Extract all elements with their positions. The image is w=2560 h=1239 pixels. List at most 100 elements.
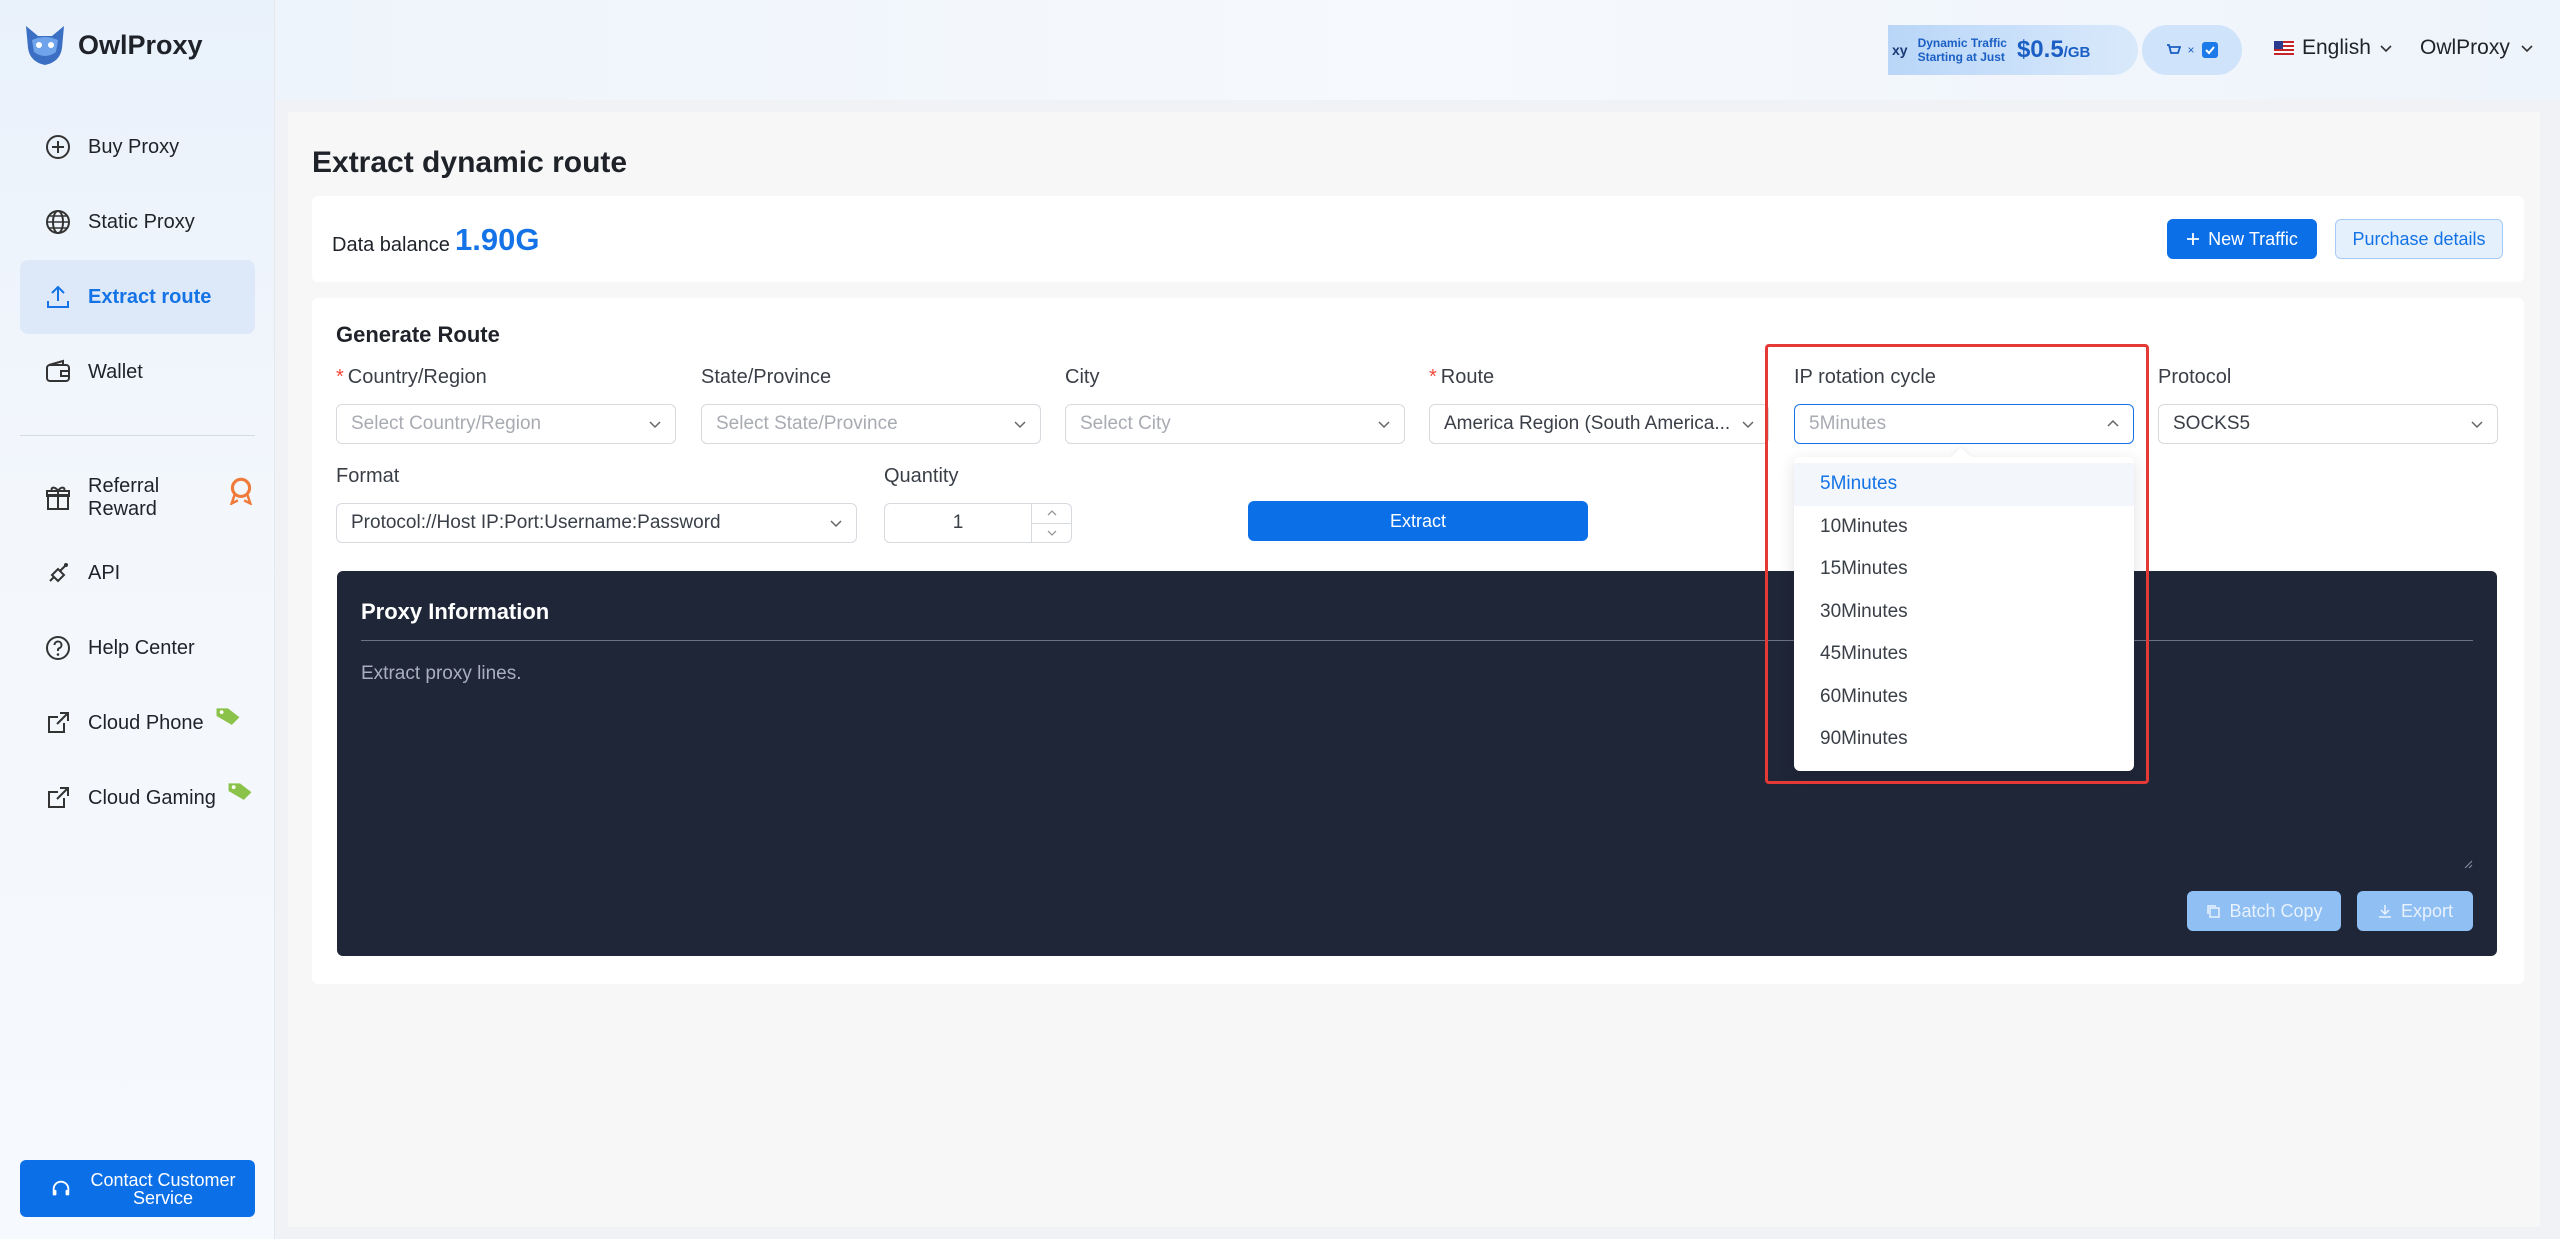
balance-card: Data balance 1.90G New Traffic Purchase … [312, 196, 2524, 282]
sidebar: OwlProxy Buy Proxy Static Proxy Extract … [0, 0, 275, 1239]
user-name: OwlProxy [2420, 36, 2510, 59]
country-label-text: Country/Region [347, 366, 487, 388]
country-select[interactable]: Select Country/Region [336, 404, 676, 444]
sidebar-item-label: Cloud Gaming [88, 786, 216, 809]
balance-label: Data balance [332, 234, 450, 256]
quantity-steps [1031, 504, 1071, 542]
promo-price-unit: /GB [2063, 44, 2091, 61]
sidebar-item-extract-route[interactable]: Extract route [20, 260, 255, 334]
format-label: Format [336, 465, 400, 487]
sidebar-item-label: Extract route [88, 285, 212, 308]
rotation-option[interactable]: 15Minutes [1794, 548, 2134, 591]
rotation-option[interactable]: 45Minutes [1794, 633, 2134, 676]
sidebar-item-static-proxy[interactable]: Static Proxy [20, 185, 255, 259]
required-mark: * [1429, 366, 1437, 388]
promo-times: × [2187, 43, 2195, 57]
question-circle-icon [46, 636, 70, 660]
purchase-details-button[interactable]: Purchase details [2335, 219, 2503, 259]
owl-logo-icon [26, 26, 64, 65]
rotation-option[interactable]: 10Minutes [1794, 506, 2134, 549]
plus-icon [2187, 233, 2200, 245]
language-label: English [2302, 36, 2371, 59]
route-select[interactable]: America Region (South America... [1429, 404, 1769, 444]
sidebar-item-label: Buy Proxy [88, 135, 180, 158]
sidebar-item-buy-proxy[interactable]: Buy Proxy [20, 110, 255, 184]
headset-icon [52, 1180, 70, 1195]
format-select[interactable]: Protocol://Host IP:Port:Username:Passwor… [336, 503, 857, 543]
cart-icon [2167, 44, 2182, 54]
section-title: Generate Route [336, 322, 500, 347]
logo[interactable]: OwlProxy [22, 22, 203, 68]
rotation-label: IP rotation cycle [1794, 366, 1936, 388]
sidebar-item-label: API [88, 561, 121, 584]
promo-text: Dynamic Traffic Starting at Just [1918, 36, 2007, 64]
sidebar-item-cloud-phone[interactable]: Cloud Phone [20, 686, 255, 760]
promo-prefix: xy [1892, 42, 1908, 58]
chevron-down-icon [2380, 45, 2392, 53]
quantity-value[interactable]: 1 [885, 512, 1031, 534]
language-selector[interactable]: English [2274, 36, 2393, 60]
contact-customer-service-button[interactable]: Contact Customer Service [20, 1160, 255, 1217]
proxy-information-title: Proxy Information [361, 599, 550, 624]
chevron-up-icon [1047, 510, 1056, 516]
user-menu[interactable]: OwlProxy [2420, 36, 2534, 60]
sidebar-item-label: Cloud Phone [88, 711, 204, 734]
sidebar-item-label: Wallet [88, 360, 143, 383]
wallet-icon [46, 359, 70, 382]
sidebar-item-referral-reward[interactable]: Referral Reward [20, 461, 255, 535]
state-select[interactable]: Select State/Province [701, 404, 1041, 444]
rotation-option[interactable]: 5Minutes [1794, 463, 2134, 506]
rotation-dropdown: 5Minutes 10Minutes 15Minutes 30Minutes 4… [1794, 447, 2134, 771]
state-select-value: Select State/Province [716, 413, 898, 434]
promo-text-line-1: Dynamic Traffic [1917, 36, 2007, 50]
protocol-select[interactable]: SOCKS5 [2158, 404, 2498, 444]
medal-icon [229, 477, 253, 505]
quantity-stepper[interactable]: 1 [884, 503, 1072, 543]
extract-label: Extract [1389, 510, 1446, 531]
top-bar: xy Dynamic Traffic Starting at Just $0.5… [276, 0, 2560, 100]
state-label: State/Province [701, 366, 832, 388]
extract-button[interactable]: Extract [1248, 501, 1588, 541]
rotation-option[interactable]: 90Minutes [1794, 718, 2134, 761]
new-traffic-button[interactable]: New Traffic [2167, 219, 2317, 259]
proxy-information-panel: Proxy Information Extract proxy lines. B… [337, 571, 2497, 956]
tag-icon [216, 708, 240, 725]
required-mark: * [336, 366, 344, 388]
rotation-option[interactable]: 60Minutes [1794, 676, 2134, 719]
format-select-value: Protocol://Host IP:Port:Username:Passwor… [351, 512, 721, 533]
sidebar-item-cloud-gaming[interactable]: Cloud Gaming [20, 761, 255, 835]
chevron-down-icon [1742, 421, 1754, 429]
batch-copy-button[interactable]: Batch Copy [2187, 891, 2341, 931]
protocol-select-value: SOCKS5 [2173, 413, 2251, 434]
shield-icon [2201, 42, 2218, 58]
external-link-icon [48, 787, 69, 808]
rotation-select-value: 5Minutes [1809, 413, 1887, 434]
globe-icon [46, 210, 70, 234]
export-label: Export [2400, 900, 2454, 921]
batch-copy-label: Batch Copy [2229, 900, 2323, 921]
sidebar-item-api[interactable]: API [20, 536, 255, 610]
chevron-down-icon [1378, 421, 1390, 429]
export-button[interactable]: Export [2357, 891, 2473, 931]
copy-icon [2207, 905, 2221, 918]
balance-value: 1.90G [455, 222, 540, 257]
sidebar-item-label: Help Center [88, 636, 195, 659]
page-title: Extract dynamic route [312, 146, 628, 179]
promo-banner[interactable]: xy Dynamic Traffic Starting at Just $0.5… [1888, 25, 2138, 75]
sidebar-item-wallet[interactable]: Wallet [20, 335, 255, 409]
main-content: Extract dynamic route Data balance 1.90G… [288, 112, 2540, 1227]
increment-button[interactable] [1032, 504, 1071, 524]
promo-badge[interactable]: × [2142, 25, 2242, 75]
rotation-option[interactable]: 30Minutes [1794, 591, 2134, 634]
country-select-value: Select Country/Region [351, 413, 542, 434]
plus-circle-icon [46, 135, 70, 159]
rotation-select[interactable]: 5Minutes [1794, 404, 2134, 444]
sidebar-item-help-center[interactable]: Help Center [20, 611, 255, 685]
decrement-button[interactable] [1032, 524, 1071, 543]
resize-handle-icon[interactable] [2463, 859, 2473, 869]
proxy-output-textarea[interactable]: Extract proxy lines. [361, 663, 2473, 873]
gift-icon [46, 486, 70, 510]
city-select[interactable]: Select City [1065, 404, 1405, 444]
contact-label: Contact Customer Service [90, 1169, 236, 1208]
chevron-down-icon [2471, 421, 2483, 429]
